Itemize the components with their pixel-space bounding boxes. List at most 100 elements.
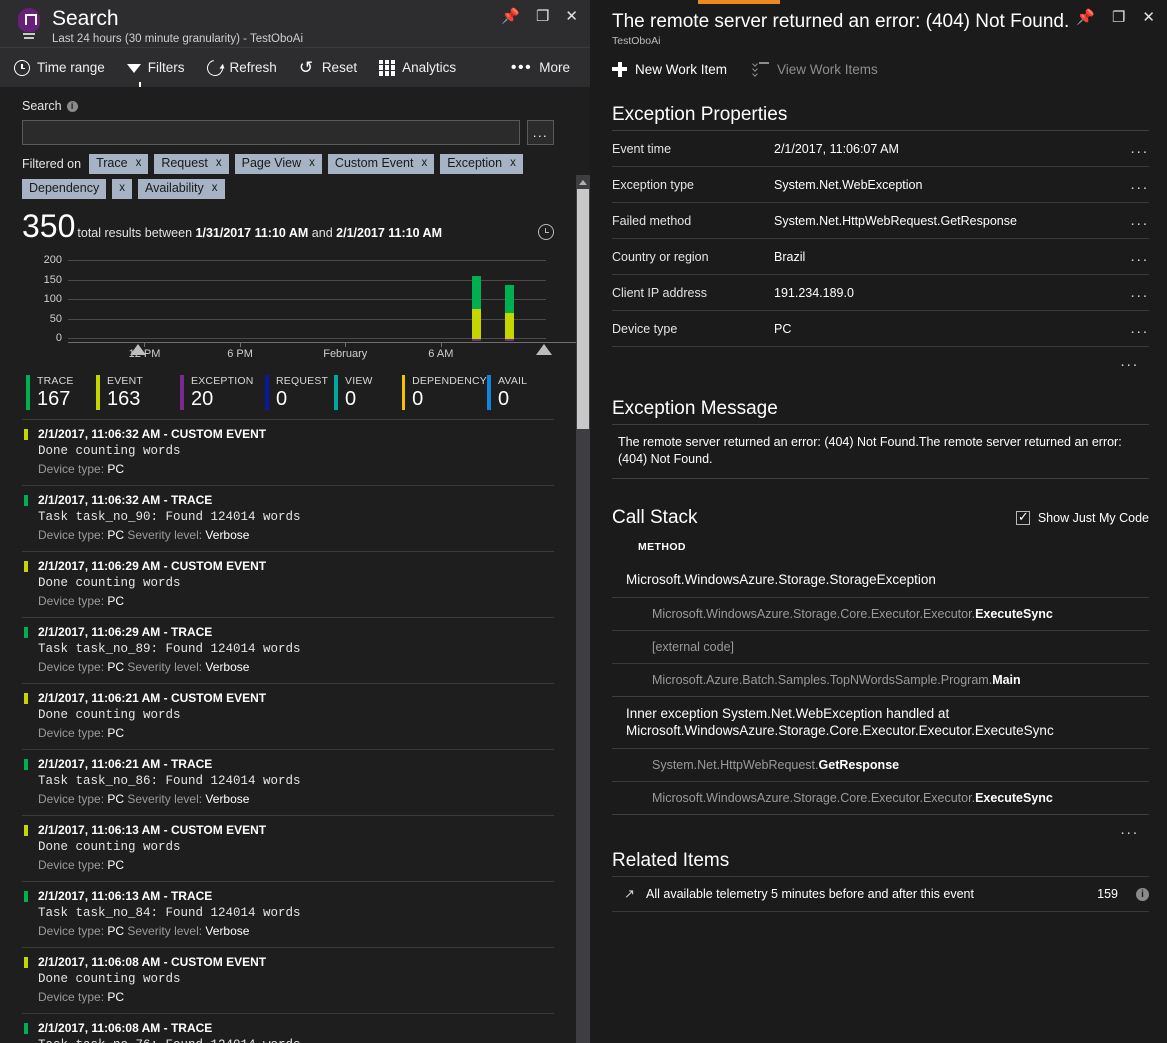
search-result-item[interactable]: 2/1/2017, 11:06:08 AM - CUSTOM EVENTDone… bbox=[22, 948, 554, 1014]
x-axis-tick bbox=[240, 343, 241, 347]
pin-icon[interactable]: 📌 bbox=[501, 9, 520, 24]
search-results-scrollbar[interactable] bbox=[576, 175, 590, 1043]
legend-item-dependency[interactable]: DEPENDENCY0 bbox=[402, 375, 487, 410]
search-scroll-content: Search i ... Filtered on Trace x bbox=[0, 87, 576, 1043]
legend-item-exception[interactable]: EXCEPTION20 bbox=[180, 375, 265, 410]
meta-value: PC bbox=[107, 924, 124, 938]
refresh-button[interactable]: Refresh bbox=[207, 60, 277, 76]
call-stack-frame[interactable]: System.Net.HttpWebRequest.GetResponse bbox=[612, 748, 1149, 781]
search-result-item[interactable]: 2/1/2017, 11:06:08 AM - TRACETask task_n… bbox=[22, 1014, 554, 1043]
search-result-item[interactable]: 2/1/2017, 11:06:29 AM - CUSTOM EVENTDone… bbox=[22, 552, 554, 618]
property-value: PC bbox=[774, 322, 1122, 336]
show-just-my-code-label: Show Just My Code bbox=[1038, 511, 1149, 525]
legend-value: 163 bbox=[107, 388, 143, 410]
property-value: 2/1/2017, 11:06:07 AM bbox=[774, 142, 1122, 156]
result-type-color-bar bbox=[24, 1023, 28, 1034]
filter-chip-page-view[interactable]: Page View x bbox=[235, 154, 322, 174]
call-stack-title: Call Stack bbox=[612, 507, 698, 529]
property-row-menu-icon[interactable]: ... bbox=[1122, 284, 1149, 301]
meta-value: Verbose bbox=[205, 792, 249, 806]
remove-filter-icon[interactable]: x bbox=[510, 156, 516, 171]
frame-namespace: Microsoft.Azure.Batch.Samples.TopNWordsS… bbox=[652, 673, 992, 687]
filter-chip-trace[interactable]: Trace x bbox=[89, 154, 148, 174]
analytics-button[interactable]: Analytics bbox=[379, 60, 456, 76]
legend-item-avail[interactable]: AVAIL0 bbox=[487, 375, 547, 410]
search-result-item[interactable]: 2/1/2017, 11:06:21 AM - CUSTOM EVENTDone… bbox=[22, 684, 554, 750]
y-axis-tick-label: 200 bbox=[22, 254, 62, 266]
meta-value: PC bbox=[107, 660, 124, 674]
search-result-item[interactable]: 2/1/2017, 11:06:13 AM - TRACETask task_n… bbox=[22, 882, 554, 948]
filters-button[interactable]: Filters bbox=[127, 60, 185, 75]
filter-chip-request[interactable]: Request x bbox=[154, 154, 228, 174]
property-row-menu-icon[interactable]: ... bbox=[1122, 212, 1149, 229]
filter-chip-exception[interactable]: Exception x bbox=[440, 154, 523, 174]
related-item-row[interactable]: ↗All available telemetry 5 minutes befor… bbox=[612, 876, 1149, 912]
histogram-bar[interactable] bbox=[472, 276, 481, 341]
filter-chip-custom-event[interactable]: Custom Event x bbox=[328, 154, 434, 174]
results-summary: 350 total results between 1/31/2017 11:1… bbox=[22, 210, 554, 242]
call-stack-frame[interactable]: Microsoft.WindowsAzure.Storage.Core.Exec… bbox=[612, 781, 1149, 814]
call-stack-section-menu[interactable]: ... bbox=[612, 815, 1149, 838]
meta-value: PC bbox=[107, 858, 124, 872]
search-result-item[interactable]: 2/1/2017, 11:06:13 AM - CUSTOM EVENTDone… bbox=[22, 816, 554, 882]
property-row-menu-icon[interactable]: ... bbox=[1122, 248, 1149, 265]
info-icon[interactable]: i bbox=[67, 101, 78, 112]
scrollbar-thumb[interactable] bbox=[577, 189, 589, 429]
range-handle-right[interactable] bbox=[536, 344, 552, 355]
legend-item-view[interactable]: VIEW0 bbox=[334, 375, 402, 410]
checkbox-icon[interactable] bbox=[1016, 511, 1030, 525]
remove-filter-icon[interactable]: x bbox=[212, 181, 218, 196]
legend-item-trace[interactable]: TRACE167 bbox=[26, 375, 96, 410]
remove-filter-icon[interactable]: x bbox=[119, 181, 125, 196]
remove-filter-icon[interactable]: x bbox=[216, 156, 222, 171]
reset-button[interactable]: ↺ Reset bbox=[299, 60, 357, 76]
histogram-bar[interactable] bbox=[505, 285, 514, 341]
legend-item-request[interactable]: REQUEST0 bbox=[265, 375, 334, 410]
new-work-item-button[interactable]: New Work Item bbox=[612, 62, 727, 77]
history-clock-icon[interactable] bbox=[538, 224, 554, 240]
filter-chip-availability[interactable]: Availability x bbox=[138, 179, 225, 199]
grid-icon bbox=[379, 60, 395, 76]
show-just-my-code-toggle[interactable]: Show Just My Code bbox=[1016, 511, 1149, 525]
properties-section-menu[interactable]: ... bbox=[612, 347, 1149, 370]
checklist-icon bbox=[753, 62, 769, 76]
remove-filter-dependency[interactable]: x bbox=[112, 179, 132, 199]
property-row: Failed methodSystem.Net.HttpWebRequest.G… bbox=[612, 203, 1149, 239]
filter-chip-dependency[interactable]: Dependency bbox=[22, 179, 106, 199]
remove-filter-icon[interactable]: x bbox=[136, 156, 142, 171]
result-item-header: 2/1/2017, 11:06:21 AM - TRACE bbox=[38, 757, 554, 772]
search-result-item[interactable]: 2/1/2017, 11:06:29 AM - TRACETask task_n… bbox=[22, 618, 554, 684]
call-stack-frame[interactable]: Microsoft.WindowsAzure.Storage.Core.Exec… bbox=[612, 597, 1149, 630]
maximize-icon[interactable]: ❐ bbox=[536, 9, 549, 24]
remove-filter-icon[interactable]: x bbox=[309, 156, 315, 171]
close-icon[interactable]: ✕ bbox=[565, 9, 578, 24]
info-icon[interactable]: i bbox=[1136, 888, 1149, 901]
filter-chip-label: Request bbox=[161, 156, 208, 171]
scroll-up-arrow-icon[interactable] bbox=[576, 175, 590, 189]
search-result-item[interactable]: 2/1/2017, 11:06:21 AM - TRACETask task_n… bbox=[22, 750, 554, 816]
legend-label: REQUEST bbox=[276, 375, 328, 388]
property-row-menu-icon[interactable]: ... bbox=[1122, 140, 1149, 157]
call-stack-frame[interactable]: Microsoft.Azure.Batch.Samples.TopNWordsS… bbox=[612, 663, 1149, 696]
property-row: Client IP address191.234.189.0... bbox=[612, 275, 1149, 311]
call-stack-frame[interactable]: [external code] bbox=[612, 630, 1149, 663]
result-item-message: Done counting words bbox=[38, 575, 554, 592]
pin-icon[interactable]: 📌 bbox=[1076, 10, 1095, 25]
search-results-list: 2/1/2017, 11:06:32 AM - CUSTOM EVENTDone… bbox=[22, 420, 554, 1043]
search-result-item[interactable]: 2/1/2017, 11:06:32 AM - TRACETask task_n… bbox=[22, 486, 554, 552]
search-more-button[interactable]: ... bbox=[527, 120, 554, 145]
range-handle-left[interactable] bbox=[130, 344, 146, 355]
legend-label: VIEW bbox=[345, 375, 373, 388]
view-work-items-button[interactable]: View Work Items bbox=[753, 62, 878, 77]
more-button[interactable]: ••• More bbox=[511, 60, 570, 75]
property-row-menu-icon[interactable]: ... bbox=[1122, 320, 1149, 337]
legend-item-event[interactable]: EVENT163 bbox=[96, 375, 180, 410]
remove-filter-icon[interactable]: x bbox=[421, 156, 427, 171]
maximize-icon[interactable]: ❐ bbox=[1112, 10, 1125, 25]
property-row-menu-icon[interactable]: ... bbox=[1122, 176, 1149, 193]
search-result-item[interactable]: 2/1/2017, 11:06:32 AM - CUSTOM EVENTDone… bbox=[22, 420, 554, 486]
search-input[interactable] bbox=[22, 120, 520, 145]
time-range-button[interactable]: Time range bbox=[14, 60, 105, 76]
close-icon[interactable]: ✕ bbox=[1142, 10, 1155, 25]
result-item-message: Done counting words bbox=[38, 707, 554, 724]
